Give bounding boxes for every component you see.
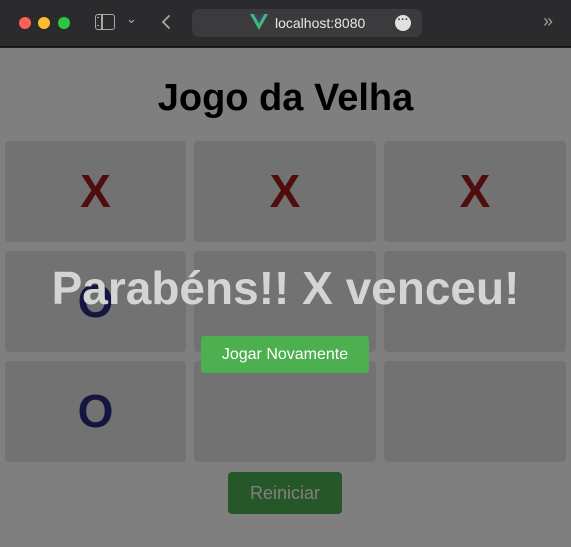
url-text: localhost:8080: [275, 15, 366, 31]
sidebar-toggle-icon[interactable]: [95, 14, 115, 30]
win-message: Parabéns!! X venceu!: [51, 262, 520, 314]
address-bar[interactable]: localhost:8080 ···: [192, 9, 422, 37]
chevron-down-icon[interactable]: ⌄: [126, 11, 137, 27]
maximize-window-button[interactable]: [58, 17, 70, 29]
browser-toolbar: ⌄ localhost:8080 ··· »: [0, 0, 571, 47]
close-window-button[interactable]: [19, 17, 31, 29]
win-overlay: Parabéns!! X venceu! Jogar Novamente: [0, 48, 571, 547]
play-again-button[interactable]: Jogar Novamente: [201, 336, 369, 373]
vue-logo-icon: [250, 14, 268, 35]
ellipsis-icon[interactable]: ···: [395, 15, 411, 31]
minimize-window-button[interactable]: [38, 17, 50, 29]
chevron-double-right-icon[interactable]: »: [543, 11, 553, 32]
back-arrow-icon[interactable]: [158, 10, 176, 34]
